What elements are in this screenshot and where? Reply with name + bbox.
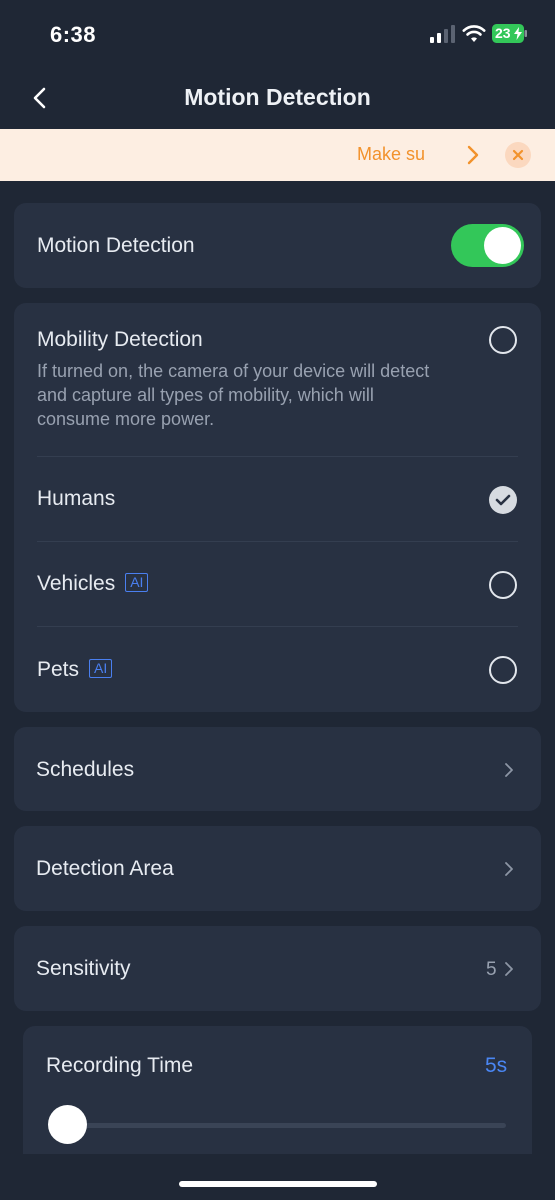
divider xyxy=(37,456,518,457)
detection-targets-card: Mobility Detection If turned on, the cam… xyxy=(14,303,541,712)
vehicles-row: Vehicles AI xyxy=(37,572,149,596)
cellular-signal-icon xyxy=(430,25,455,43)
battery-level: 23 xyxy=(495,25,511,41)
chevron-right-icon xyxy=(505,763,513,777)
close-icon xyxy=(512,149,524,161)
mobility-detection-radio[interactable] xyxy=(489,326,517,354)
detection-area-row[interactable]: Detection Area xyxy=(14,826,541,911)
banner-text: Make su xyxy=(357,144,426,164)
home-indicator xyxy=(179,1181,377,1187)
sensitivity-row[interactable]: Sensitivity 5 xyxy=(14,926,541,1011)
recording-time-value: 5s xyxy=(485,1054,508,1077)
ai-badge: AI xyxy=(89,659,113,678)
humans-label: Humans xyxy=(37,487,116,510)
status-time: 6:38 xyxy=(50,22,97,47)
mobility-detection-description: If turned on, the camera of your device … xyxy=(37,361,430,429)
recording-time-slider[interactable] xyxy=(63,1123,506,1128)
recording-time-card: Recording Time 5s xyxy=(23,1026,532,1154)
divider xyxy=(37,541,518,542)
nav-bar: Motion Detection xyxy=(0,70,555,128)
pets-radio[interactable] xyxy=(489,656,517,684)
page-title: Motion Detection xyxy=(184,84,371,110)
motion-detection-label: Motion Detection xyxy=(37,234,195,257)
schedules-row[interactable]: Schedules xyxy=(14,727,541,811)
chevron-right-icon xyxy=(505,962,513,976)
battery-icon: 23 xyxy=(492,24,528,43)
back-button[interactable] xyxy=(26,82,56,114)
notice-banner[interactable]: Make su xyxy=(0,129,555,181)
status-bar: 6:38 23 xyxy=(0,0,555,70)
vehicles-label: Vehicles xyxy=(37,572,116,595)
divider xyxy=(37,626,518,627)
charging-bolt-icon xyxy=(514,27,522,40)
motion-detection-toggle[interactable] xyxy=(451,224,524,267)
banner-close-button[interactable] xyxy=(505,142,531,168)
sensitivity-label: Sensitivity xyxy=(36,957,131,980)
pets-row: Pets AI xyxy=(37,658,113,682)
chevron-right-icon xyxy=(505,862,513,876)
checkmark-icon xyxy=(495,494,511,506)
motion-detection-card: Motion Detection xyxy=(14,203,541,288)
chevron-right-icon[interactable] xyxy=(462,143,484,167)
sensitivity-value: 5 xyxy=(486,959,497,980)
wifi-icon xyxy=(462,25,486,42)
vehicles-radio[interactable] xyxy=(489,571,517,599)
schedules-label: Schedules xyxy=(36,758,135,781)
recording-time-label: Recording Time xyxy=(46,1054,194,1077)
mobility-detection-label: Mobility Detection xyxy=(37,328,203,351)
detection-area-label: Detection Area xyxy=(36,857,174,880)
toggle-knob xyxy=(484,227,521,264)
pets-label: Pets xyxy=(37,658,80,681)
slider-handle[interactable] xyxy=(48,1105,87,1144)
humans-checkbox[interactable] xyxy=(489,486,517,514)
ai-badge: AI xyxy=(125,573,149,592)
